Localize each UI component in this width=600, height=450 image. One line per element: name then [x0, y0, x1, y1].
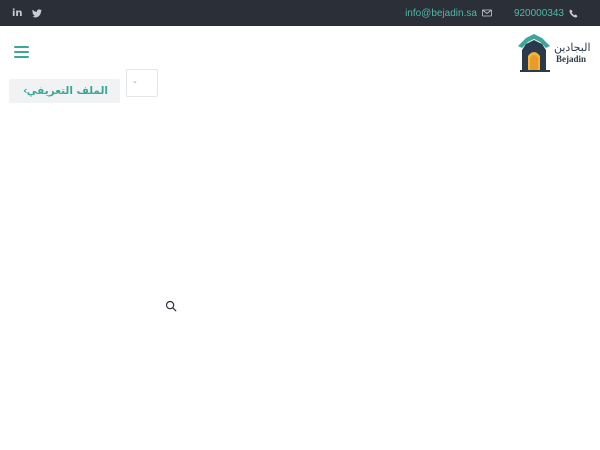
company-profile-button[interactable]: ‹ الملف التعريفي: [9, 79, 120, 103]
language-dropdown[interactable]: ⌄: [126, 69, 158, 97]
logo-mark-icon: [518, 34, 550, 72]
chevron-left-icon: ‹: [23, 84, 28, 97]
envelope-icon: [482, 9, 492, 17]
logo-english-text: Bejadin: [555, 54, 586, 64]
company-profile-label: الملف التعريفي: [26, 85, 108, 97]
top-bar: in info@bejadin.sa 920000343: [0, 0, 600, 26]
contact-info: info@bejadin.sa 920000343: [405, 8, 578, 19]
twitter-icon[interactable]: [31, 8, 42, 18]
search-icon[interactable]: [165, 297, 179, 312]
site-logo[interactable]: البجادين Bejadin: [516, 34, 591, 74]
site-header: البجادين Bejadin: [0, 26, 600, 80]
social-links: in: [12, 8, 42, 19]
chevron-down-icon: ⌄: [132, 77, 138, 85]
linkedin-icon[interactable]: in: [12, 8, 23, 19]
phone-icon: [569, 8, 578, 18]
phone-link[interactable]: 920000343: [514, 8, 564, 19]
email-link[interactable]: info@bejadin.sa: [405, 8, 477, 19]
logo-arabic-text: البجادين: [554, 41, 591, 54]
hamburger-menu-icon[interactable]: [14, 46, 29, 58]
logo-text: البجادين Bejadin: [554, 41, 591, 65]
